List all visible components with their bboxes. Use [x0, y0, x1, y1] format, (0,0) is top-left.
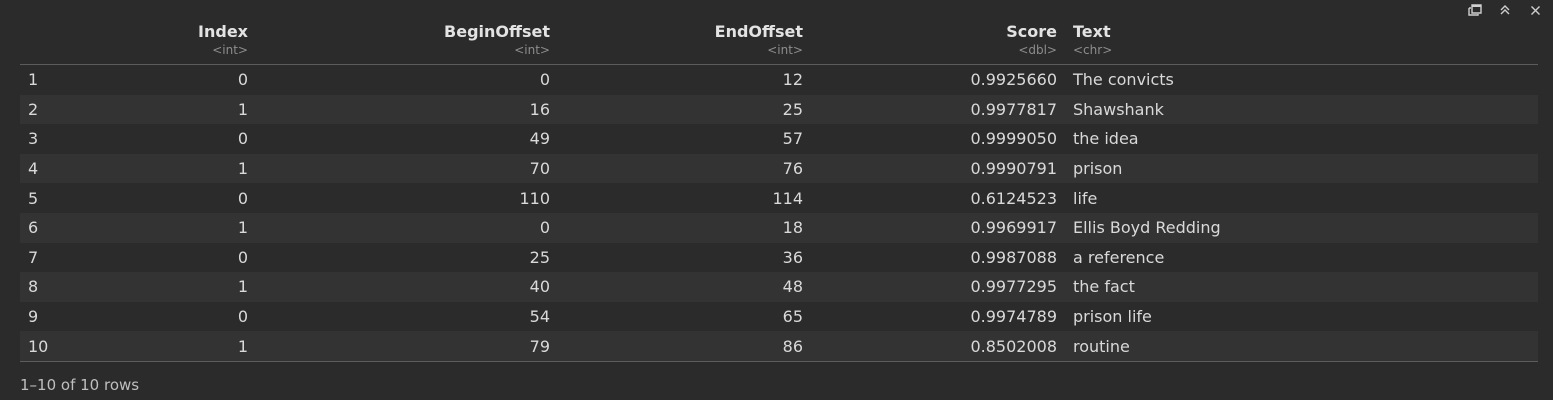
table-row: 2 1 16 25 0.9977817 Shawshank [20, 94, 1538, 125]
index-cell: 0 [237, 247, 248, 267]
endoffset-cell: 18 [782, 218, 803, 238]
score-cell: 0.9974789 [970, 307, 1057, 327]
column-name: Score [1006, 22, 1057, 41]
score-cell: 0.9925660 [970, 70, 1057, 90]
beginoffset-cell: 0 [539, 218, 550, 238]
row-number: 8 [28, 277, 39, 297]
text-cell: The convicts [1073, 70, 1174, 90]
index-cell: 1 [237, 277, 248, 297]
column-header-score[interactable]: Score <dbl> [803, 22, 1057, 58]
text-cell: Ellis Boyd Redding [1073, 218, 1221, 238]
table-row: 8 1 40 48 0.9977295 the fact [20, 272, 1538, 302]
text-cell: routine [1073, 336, 1130, 356]
beginoffset-cell: 110 [519, 188, 550, 208]
beginoffset-cell: 49 [529, 129, 550, 149]
index-cell: 1 [237, 159, 248, 179]
beginoffset-cell: 40 [529, 277, 550, 297]
score-cell: 0.9977817 [970, 99, 1057, 119]
column-name: Index [198, 22, 248, 41]
row-number: 6 [28, 218, 39, 238]
column-header-index[interactable]: Index <int> [80, 22, 248, 58]
row-number: 2 [28, 99, 39, 119]
column-header-beginoffset[interactable]: BeginOffset <int> [248, 22, 550, 58]
table-row: 10 1 79 86 0.8502008 routine [20, 331, 1538, 361]
endoffset-cell: 86 [782, 336, 803, 356]
column-header-text[interactable]: Text <chr> [1057, 22, 1538, 58]
endoffset-cell: 25 [782, 99, 803, 119]
table-row: 1 0 0 12 0.9925660 The convicts [20, 65, 1538, 95]
column-type: <chr> [1073, 43, 1113, 57]
row-count-footer: 1–10 of 10 rows [20, 376, 140, 394]
row-number: 10 [28, 336, 49, 356]
beginoffset-cell: 16 [529, 99, 550, 119]
close-icon[interactable] [1527, 2, 1543, 18]
beginoffset-cell: 25 [529, 247, 550, 267]
endoffset-cell: 76 [782, 159, 803, 179]
beginoffset-cell: 70 [529, 159, 550, 179]
column-type: <dbl> [1018, 43, 1057, 57]
beginoffset-cell: 79 [529, 336, 550, 356]
score-cell: 0.9990791 [970, 159, 1057, 179]
column-name: EndOffset [714, 22, 803, 41]
table-header: Index <int> BeginOffset <int> EndOffset … [20, 22, 1538, 65]
score-cell: 0.8502008 [970, 336, 1057, 356]
index-cell: 0 [237, 188, 248, 208]
score-cell: 0.6124523 [970, 188, 1057, 208]
column-type: <int> [514, 43, 550, 57]
column-type: <int> [767, 43, 803, 57]
endoffset-cell: 114 [772, 188, 803, 208]
collapse-icon[interactable] [1497, 2, 1513, 18]
table-row: 9 0 54 65 0.9974789 prison life [20, 302, 1538, 332]
data-frame-table: Index <int> BeginOffset <int> EndOffset … [20, 22, 1538, 362]
table-row: 4 1 70 76 0.9990791 prison [20, 153, 1538, 184]
score-cell: 0.9969917 [970, 218, 1057, 238]
endoffset-cell: 65 [782, 307, 803, 327]
output-toolbar [1467, 2, 1543, 18]
index-cell: 0 [237, 307, 248, 327]
row-number: 5 [28, 188, 39, 208]
row-number: 1 [28, 70, 39, 90]
row-number: 3 [28, 129, 39, 149]
table-row: 6 1 0 18 0.9969917 Ellis Boyd Redding [20, 212, 1538, 243]
text-cell: prison [1073, 159, 1123, 179]
text-cell: the fact [1073, 277, 1135, 297]
endoffset-cell: 12 [782, 70, 803, 90]
index-cell: 1 [237, 99, 248, 119]
endoffset-cell: 36 [782, 247, 803, 267]
text-cell: Shawshank [1073, 99, 1164, 119]
column-name: Text [1073, 22, 1111, 41]
score-cell: 0.9987088 [970, 247, 1057, 267]
score-cell: 0.9977295 [970, 277, 1057, 297]
beginoffset-cell: 54 [529, 307, 550, 327]
score-cell: 0.9999050 [970, 129, 1057, 149]
text-cell: prison life [1073, 307, 1152, 327]
table-row: 3 0 49 57 0.9999050 the idea [20, 124, 1538, 154]
index-cell: 1 [237, 336, 248, 356]
row-number: 7 [28, 247, 39, 267]
column-header-endoffset[interactable]: EndOffset <int> [550, 22, 803, 58]
endoffset-cell: 57 [782, 129, 803, 149]
column-name: BeginOffset [444, 22, 550, 41]
row-number: 4 [28, 159, 39, 179]
text-cell: the idea [1073, 129, 1139, 149]
beginoffset-cell: 0 [539, 70, 550, 90]
row-number: 9 [28, 307, 39, 327]
index-cell: 0 [237, 129, 248, 149]
text-cell: a reference [1073, 247, 1165, 267]
table-body: 1 0 0 12 0.9925660 The convicts 2 1 16 2… [20, 65, 1538, 362]
text-cell: life [1073, 188, 1098, 208]
index-cell: 0 [237, 70, 248, 90]
index-cell: 1 [237, 218, 248, 238]
table-row: 5 0 110 114 0.6124523 life [20, 183, 1538, 213]
table-row: 7 0 25 36 0.9987088 a reference [20, 243, 1538, 273]
show-in-new-window-icon[interactable] [1467, 2, 1483, 18]
endoffset-cell: 48 [782, 277, 803, 297]
column-type: <int> [212, 43, 248, 57]
